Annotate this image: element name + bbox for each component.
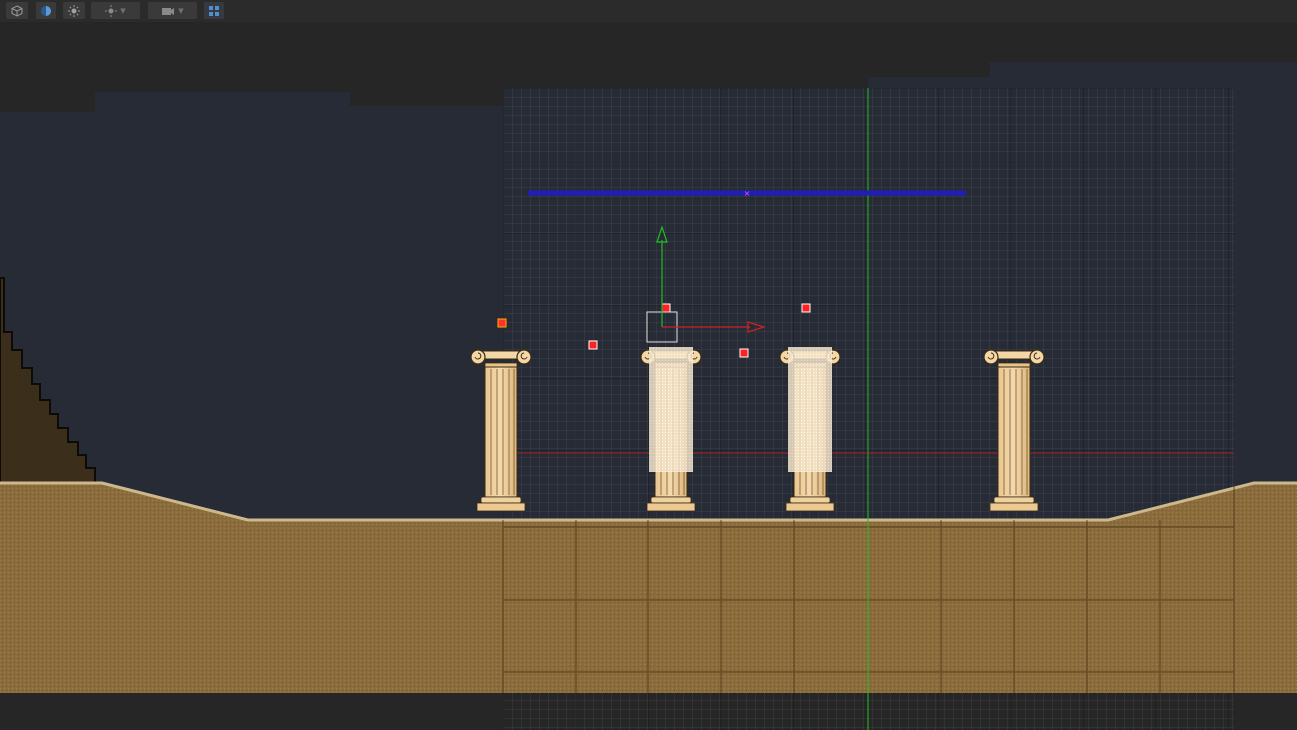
half-circle-icon xyxy=(41,5,51,16)
lighting-dropdown[interactable]: ▼ xyxy=(91,2,140,19)
pivot-marker-icon: × xyxy=(744,189,751,198)
scene-canvas[interactable]: × xyxy=(0,22,1297,730)
render-mode-button[interactable] xyxy=(36,2,56,19)
camera-dropdown[interactable]: ▼ xyxy=(148,2,197,19)
control-point[interactable] xyxy=(661,303,671,313)
control-point[interactable] xyxy=(801,303,811,313)
chevron-down-icon: ▼ xyxy=(120,6,126,15)
grid-toggle-button[interactable] xyxy=(204,2,224,19)
sun-icon xyxy=(68,4,80,17)
scene-viewport[interactable]: × xyxy=(0,22,1297,730)
control-point[interactable] xyxy=(739,348,749,358)
camera-icon xyxy=(162,7,175,15)
control-point[interactable] xyxy=(497,318,507,328)
control-point[interactable] xyxy=(588,340,598,350)
scene-toolbar: ▼ ▼ xyxy=(0,0,1297,23)
cube-icon xyxy=(11,4,23,17)
chevron-down-icon: ▼ xyxy=(178,6,184,15)
lighting-toggle-button[interactable] xyxy=(63,2,85,19)
view-mode-3d-button[interactable] xyxy=(6,2,28,19)
grid-icon xyxy=(209,5,219,16)
sun-icon xyxy=(105,4,118,17)
